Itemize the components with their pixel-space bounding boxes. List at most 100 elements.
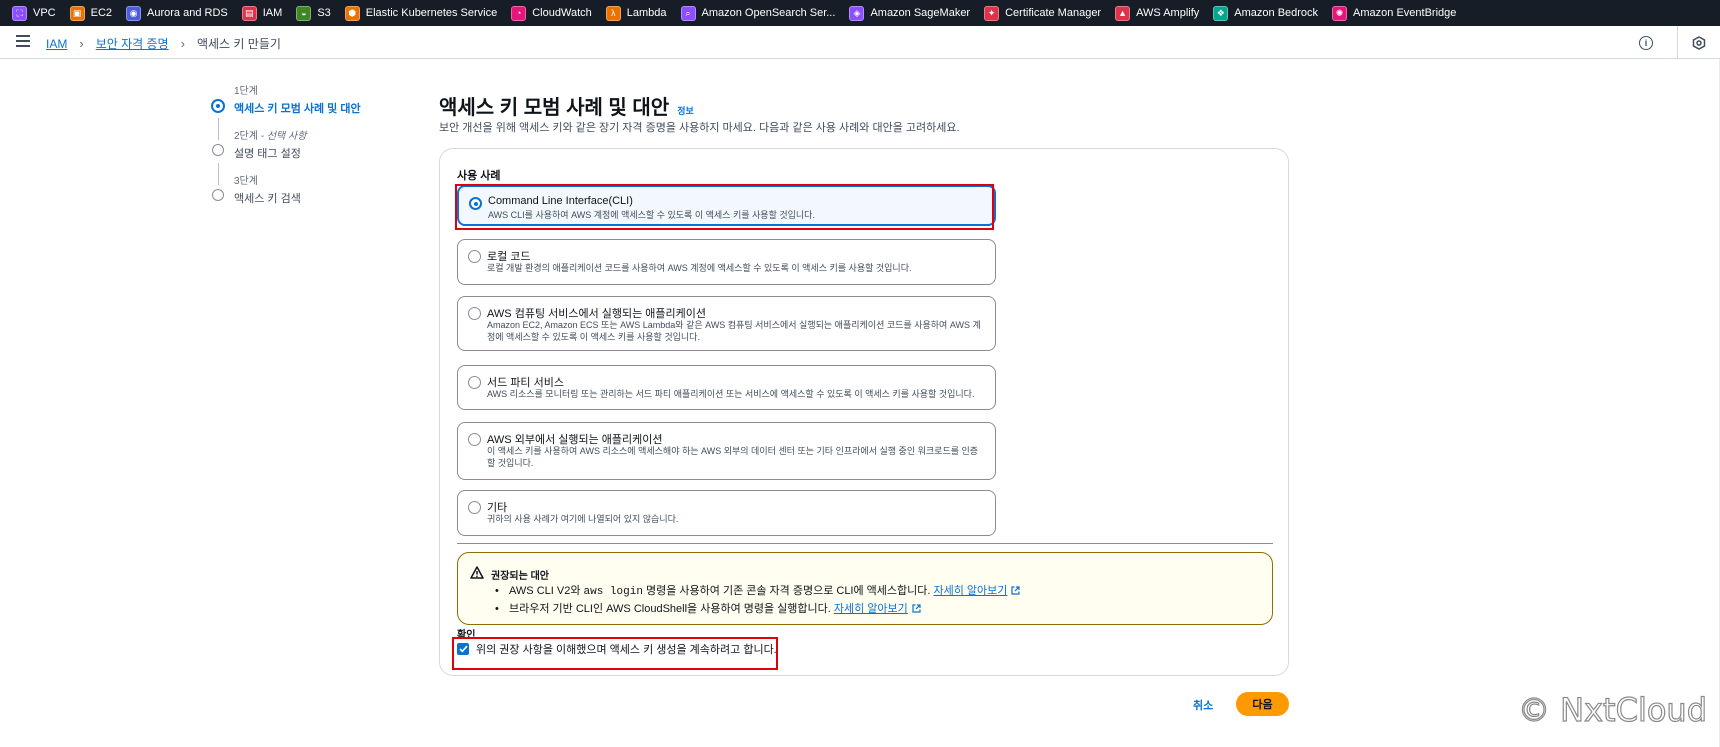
eks-icon: ⬢ (344, 5, 360, 21)
page-header: 액세스 키 모범 사례 및 대안 정보 (439, 91, 694, 120)
breadcrumb-iam[interactable]: IAM (46, 37, 67, 51)
use-case-option-cli[interactable]: Command Line Interface(CLI) AWS CLI를 사용하… (457, 185, 996, 226)
favorite-certificate-manager[interactable]: ✦ Certificate Manager (984, 5, 1102, 21)
favorite-eventbridge[interactable]: ✺ Amazon EventBridge (1332, 5, 1457, 21)
favorite-label: Amazon EventBridge (1353, 7, 1457, 19)
step-number: 1단계 (234, 86, 258, 97)
favorite-label: CloudWatch (532, 7, 592, 19)
use-case-option-third-party[interactable]: 서드 파티 서비스 AWS 리소스를 모니터링 또는 관리하는 서드 파티 애플… (457, 365, 996, 410)
info-icon[interactable]: i (1639, 35, 1653, 50)
s3-icon: ◒ (296, 5, 312, 21)
step-pending-icon (212, 189, 224, 201)
external-link-icon (912, 603, 921, 613)
chevron-right-icon: › (180, 36, 185, 51)
favorite-opensearch[interactable]: ⌕ Amazon OpenSearch Ser... (680, 5, 836, 21)
favorite-ec2[interactable]: ▣ EC2 (69, 5, 113, 21)
radio-icon[interactable] (468, 307, 481, 320)
chevron-right-icon: › (79, 36, 84, 51)
learn-more-link[interactable]: 자세히 알아보기 (834, 603, 908, 615)
favorite-eks[interactable]: ⬢ Elastic Kubernetes Service (344, 5, 497, 21)
opensearch-icon: ⌕ (680, 5, 696, 21)
lambda-icon: λ (605, 5, 621, 21)
rds-icon: ◉ (126, 5, 142, 21)
step-number: 2단계 - 선택 사항 (234, 131, 307, 142)
cloudwatch-icon: ◔ (511, 5, 527, 21)
favorite-bedrock[interactable]: ❖ Amazon Bedrock (1213, 5, 1319, 21)
recommended-alternatives-alert: 권장되는 대안 AWS CLI V2와 aws login 명령을 사용하여 기… (457, 552, 1273, 625)
top-right-icons: i (1639, 26, 1720, 59)
breadcrumb-security-credentials[interactable]: 보안 자격 증명 (96, 35, 169, 52)
favorite-lambda[interactable]: λ Lambda (605, 5, 667, 21)
favorite-label: Aurora and RDS (147, 7, 228, 19)
option-description: Amazon EC2, Amazon ECS 또는 AWS Lambda와 같은… (487, 320, 981, 342)
next-button[interactable]: 다음 (1236, 692, 1289, 716)
favorite-label: Lambda (626, 7, 667, 19)
sagemaker-icon: ◈ (849, 5, 865, 21)
code-snippet: aws login (583, 586, 643, 598)
ec2-icon: ▣ (69, 5, 85, 21)
favorite-cloudwatch[interactable]: ◔ CloudWatch (511, 5, 592, 21)
radio-icon[interactable] (468, 501, 481, 514)
alert-list: AWS CLI V2와 aws login 명령을 사용하여 기존 콘솔 자격 … (491, 584, 1021, 619)
step-title: 설명 태그 설정 (234, 148, 301, 160)
confirm-label: 확인 (457, 630, 476, 641)
step-title: 액세스 키 검색 (234, 193, 301, 205)
step-1: 1단계 액세스 키 모범 사례 및 대안 (211, 82, 392, 116)
favorite-label: S3 (317, 7, 331, 19)
step-number: 3단계 (234, 176, 258, 187)
option-description: AWS CLI를 사용하여 AWS 계정에 액세스할 수 있도록 이 액세스 키… (488, 210, 815, 220)
info-link[interactable]: 정보 (677, 104, 694, 117)
breadcrumb-current: 액세스 키 만들기 (196, 37, 281, 51)
vpc-icon: ⛶ (12, 5, 27, 21)
option-title: Command Line Interface(CLI) (488, 195, 633, 207)
radio-icon[interactable] (468, 250, 481, 263)
favorite-iam[interactable]: ▤ IAM (241, 5, 283, 21)
watermark-text: © NxtCloud (1517, 690, 1707, 729)
favorite-s3[interactable]: ◒ S3 (296, 5, 331, 21)
favorite-label: EC2 (90, 7, 113, 19)
favorite-label: VPC (33, 7, 56, 19)
page-title: 액세스 키 모범 사례 및 대안 (439, 97, 670, 119)
menu-icon[interactable] (16, 35, 30, 47)
radio-icon[interactable] (468, 376, 481, 389)
use-case-option-outside-aws[interactable]: AWS 외부에서 실행되는 애플리케이션 이 액세스 키를 사용하여 AWS 리… (457, 422, 996, 480)
radio-selected-icon[interactable] (469, 197, 482, 210)
favorite-label: IAM (262, 7, 283, 19)
favorite-rds[interactable]: ◉ Aurora and RDS (126, 5, 228, 21)
use-case-option-other[interactable]: 기타 귀하의 사용 사례가 여기에 나열되어 있지 않습니다. (457, 490, 996, 536)
alert-item: AWS CLI V2와 aws login 명령을 사용하여 기존 콘솔 자격 … (491, 584, 1021, 599)
step-title[interactable]: 액세스 키 모범 사례 및 대안 (234, 100, 392, 116)
favorite-amplify[interactable]: ▲ AWS Amplify (1115, 5, 1200, 21)
use-case-panel: 사용 사례 Command Line Interface(CLI) AWS CL… (439, 148, 1289, 676)
option-description: AWS 리소스를 모니터링 또는 관리하는 서드 파티 애플리케이션 또는 서비… (487, 389, 975, 399)
divider (1677, 26, 1678, 59)
learn-more-link[interactable]: 자세히 알아보기 (934, 585, 1008, 597)
alert-title: 권장되는 대안 (491, 571, 549, 582)
favorite-label: Certificate Manager (1005, 7, 1102, 19)
radio-icon[interactable] (468, 433, 481, 446)
confirm-checkbox-row[interactable]: 위의 권장 사항을 이해했으며 액세스 키 생성을 계속하려고 합니다. (457, 641, 777, 657)
favorite-label: Amazon SageMaker (870, 7, 971, 19)
settings-icon[interactable] (1692, 35, 1706, 50)
eventbridge-icon: ✺ (1332, 5, 1348, 21)
step-pending-icon (212, 144, 224, 156)
step-3: 3단계 액세스 키 검색 (212, 172, 392, 206)
certificate-icon: ✦ (984, 5, 1000, 21)
favorite-sagemaker[interactable]: ◈ Amazon SageMaker (849, 5, 971, 21)
cancel-button[interactable]: 취소 (1193, 697, 1213, 713)
page-subtitle: 보안 개선을 위해 액세스 키와 같은 장기 자격 증명을 사용하지 마세요. … (439, 122, 960, 134)
favorite-label: Amazon OpenSearch Ser... (701, 7, 836, 19)
favorite-label: Amazon Bedrock (1234, 7, 1319, 19)
iam-icon: ▤ (241, 5, 257, 21)
favorite-vpc[interactable]: ⛶ VPC (12, 5, 56, 21)
external-link-icon (1011, 585, 1021, 595)
checkbox-checked-icon[interactable] (457, 643, 469, 655)
amplify-icon: ▲ (1115, 5, 1131, 21)
alert-item: 브라우저 기반 CLI인 AWS CloudShell을 사용하여 명령을 실행… (491, 602, 1020, 616)
breadcrumb-bar: IAM › 보안 자격 증명 › 액세스 키 만들기 i (0, 26, 1720, 59)
use-case-option-local-code[interactable]: 로컬 코드 로컬 개발 환경의 애플리케이션 코드를 사용하여 AWS 계정에 … (457, 239, 996, 285)
favorite-label: AWS Amplify (1136, 7, 1200, 19)
use-case-label: 사용 사례 (457, 170, 501, 182)
use-case-option-aws-compute[interactable]: AWS 컴퓨팅 서비스에서 실행되는 애플리케이션 Amazon EC2, Am… (457, 296, 996, 351)
favorites-bar: ⛶ VPC ▣ EC2 ◉ Aurora and RDS ▤ IAM ◒ S3 ⬢ Elas… (0, 0, 1720, 26)
